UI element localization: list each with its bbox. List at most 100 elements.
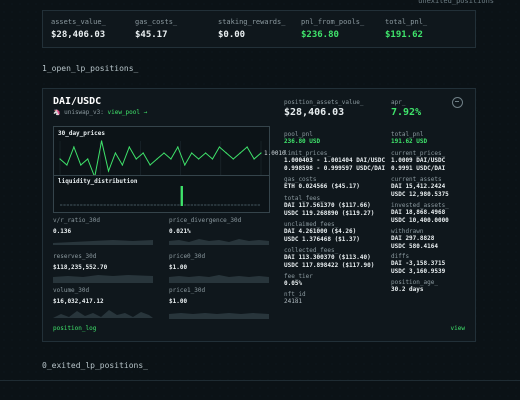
assets-value: $28,406.03 [51,30,106,40]
price-point [100,140,103,142]
price-chart-right-label: 1.0010 [264,150,286,157]
position-log-link[interactable]: position_log [53,325,96,332]
limit-prices-label: limit_prices_ [284,150,331,157]
pd-title: price_divergence_30d [169,217,242,224]
view-link[interactable]: view [451,325,465,332]
price-point [107,170,110,172]
gas-label: gas_costs_ [135,18,178,26]
price1-title: price1_30d [169,287,206,294]
pool-pnl-label: pool_pnl [284,131,313,138]
price-point [218,146,221,148]
assets-label: assets_value_ [51,18,106,26]
liquidity-bar [147,204,150,206]
current-assets-1: DAI 15,412.2424 [391,183,446,190]
liquidity-bar [133,204,137,206]
staking-summary: staking_rewards_ $0.00 [218,18,285,40]
price-point [204,152,207,154]
price-point [232,158,234,160]
liquidity-bar [224,204,227,206]
diffs: diffs DAI -3,158.3715 USDC 3,160.9539 [391,253,445,276]
liquidity-bar [70,204,73,206]
withdrawn-2: USDC 580.4164 [391,243,438,250]
price1-sparkline [169,313,269,319]
liquidity-bar [83,204,86,206]
current-assets: current_assets DAI 15,412.2424 USDC 12,9… [391,176,449,199]
liquidity-bar [220,204,224,206]
vr-value: 0.136 [53,228,72,235]
liquidity-bar [120,204,123,206]
liquidity-bar [240,204,244,206]
reserves-title: reserves_30d [53,253,97,260]
price1-panel: price1_30d $1.00 [169,287,269,321]
liquidity-bar [200,204,204,206]
exited-positions-title: 0_exited_lp_positions_ [42,361,148,370]
liquidity-bar [173,204,177,206]
price0-value: $1.00 [169,264,188,271]
liquidity-bar [160,204,163,206]
liquidity-bar [150,204,153,206]
liquidity-bar [116,204,120,206]
fee-tier-value: 0.05% [284,280,303,287]
price-point [135,158,137,160]
liquidity-bar [254,204,257,206]
gas-summary: gas_costs_ $45.17 [135,18,177,40]
gas-costs-label: gas_costs [284,176,317,183]
pd-sparkline [169,239,269,245]
current-prices-2: 0.9991 USDC/DAI [391,165,446,172]
reserves-panel: reserves_30d $118,235,552.70 [53,253,153,285]
liquidity-bar [143,204,147,206]
liquidity-bar [250,204,254,206]
pnl-pools-summary: pnl_from_pools_ $236.80 [301,18,364,40]
price-point [225,152,227,154]
staking-label: staking_rewards_ [218,18,286,26]
liquidity-bar [80,204,83,206]
invested-assets-1: DAI 18,868.4968 [391,209,446,216]
top-cut-text: unexited_positions [418,0,494,5]
price-point [87,158,89,160]
pool-pnl-value: 236.80 USD [284,138,321,145]
liquidity-bar [137,204,140,206]
position-age-label: position_age_ [391,279,438,286]
liquidity-bar [163,204,167,206]
total-pnl-label: total_pnl [391,131,424,138]
liquidity-bar [103,204,106,206]
fee-tier-label: fee_tier [284,273,313,280]
price-point [198,158,200,160]
price-point [184,164,186,166]
view-pool-link[interactable]: view_pool → [107,109,147,116]
liquidity-bar [207,204,210,206]
nft-id-value: 24181 [284,298,303,305]
liquidity-bar [110,204,113,206]
liquidity-bar [130,204,133,206]
liquidity-bar [197,204,200,206]
liquidity-bar [237,204,240,206]
current-assets-label: current_assets [391,176,442,183]
liquidity-bar [86,204,90,206]
open-positions-title: 1_open_lp_positions_ [42,64,139,73]
withdrawn-1: DAI 297.8828 [391,235,435,242]
diffs-2: USDC 3,160.9539 [391,268,446,275]
assets-summary: assets_value_ $28,406.03 [51,18,106,40]
price-point [80,164,82,166]
price0-title: price0_30d [169,253,206,260]
liquidity-bar [127,204,130,206]
volume-value: $16,032,417.12 [53,298,104,305]
summary-panel: assets_value_ $28,406.03 gas_costs_ $45.… [42,10,476,48]
pair-title: DAI/USDC [53,96,102,107]
limit-prices: limit_prices_ 1.000403 - 1.001404 DAI/US… [284,150,385,173]
price-point [142,152,144,154]
liquidity-bar [76,204,80,206]
settings-icon[interactable] [452,97,463,108]
total-fees-2: USDC 119.268890 ($119.27) [284,210,375,217]
invested-assets: invested_assets_ DAI 18,868.4968 USDC 10… [391,202,449,225]
reserves-sparkline [53,275,153,283]
nft-id: nft_id 24181 [284,291,306,306]
liquidity-bar [244,204,247,206]
price-point [253,158,255,160]
uniswap-icon: 🦄 [53,109,61,116]
total-fees-1: DAI 117.561370 ($117.66) [284,202,371,209]
diffs-1: DAI -3,158.3715 [391,260,446,267]
liquidity-bar [214,204,217,206]
price-point [170,158,172,160]
price-point [239,152,241,154]
